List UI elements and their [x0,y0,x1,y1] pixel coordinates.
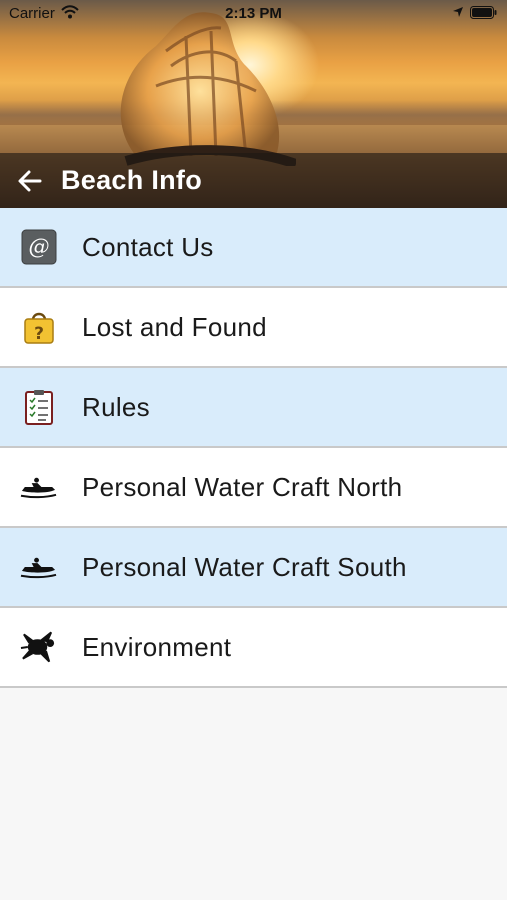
page-title: Beach Info [61,165,203,195]
menu-item-label: Rules [82,392,150,422]
menu-item-environment[interactable]: Environment [0,608,507,688]
svg-text:?: ? [34,324,44,344]
svg-text:@: @ [28,235,49,259]
jellyfish-image [120,12,296,166]
battery-icon [470,6,497,19]
menu-item-label: Environment [82,632,232,662]
menu-item-pwc-north[interactable]: Personal Water Craft North [0,448,507,528]
menu-item-contact-us[interactable]: @ Contact Us [0,208,507,288]
menu-item-lost-and-found[interactable]: ? Lost and Found [0,288,507,368]
sea-turtle-icon [20,629,57,665]
menu-item-label: Personal Water Craft North [82,472,403,502]
at-sign-icon: @ [20,229,57,265]
location-arrow-icon [453,7,463,17]
lost-found-bag-icon: ? [20,309,57,345]
back-arrow-icon[interactable] [16,167,44,195]
menu-item-pwc-south[interactable]: Personal Water Craft South [0,528,507,608]
header-banner: Carrier 2:13 PM Beach Info [0,0,507,208]
jet-ski-icon [20,469,57,505]
menu-list: @ Contact Us ? Lost and Found Rules Pers… [0,208,507,688]
menu-item-label: Contact Us [82,232,214,262]
nav-bar: Beach Info [0,153,507,208]
menu-item-rules[interactable]: Rules [0,368,507,448]
clipboard-checklist-icon [20,389,57,425]
menu-item-label: Personal Water Craft South [82,552,407,582]
clock-time: 2:13 PM [225,5,282,22]
jet-ski-icon [20,549,57,585]
status-bar: Carrier 2:13 PM [0,0,507,28]
menu-item-label: Lost and Found [82,312,267,342]
